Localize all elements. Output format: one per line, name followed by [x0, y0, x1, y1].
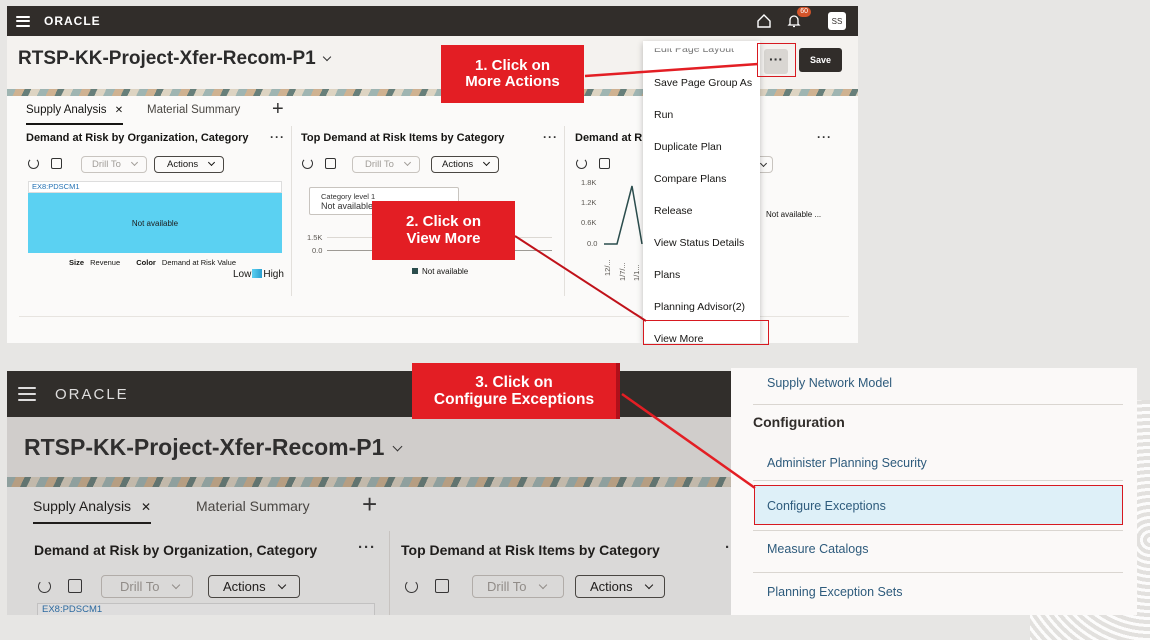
callout-step-2: 2. Click on View More	[372, 201, 515, 260]
callout-step-1: 1. Click on More Actions	[441, 45, 584, 103]
callout-step-3: 3. Click on Configure Exceptions	[412, 363, 620, 419]
